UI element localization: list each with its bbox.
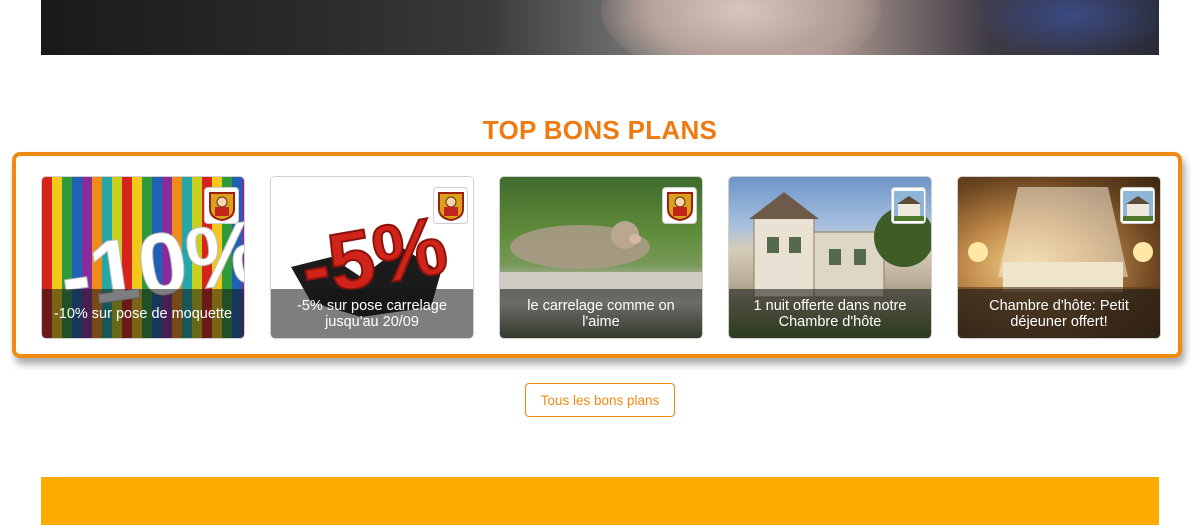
section-title: TOP BONS PLANS xyxy=(482,115,718,145)
deal-caption: 1 nuit offerte dans notre Chambre d'hôte xyxy=(729,289,931,338)
deal-card-2[interactable]: -5% -5% sur pose carrelage jusqu'au 20/0… xyxy=(270,176,474,339)
deal-card-5[interactable]: Chambre d'hôte: Petit déjeuner offert! xyxy=(957,176,1161,339)
hero-banner-image xyxy=(41,0,1159,55)
all-deals-button[interactable]: Tous les bons plans xyxy=(525,383,675,417)
craftsman-logo-icon xyxy=(433,187,468,224)
craftsman-logo-icon xyxy=(662,187,697,224)
deal-caption: Chambre d'hôte: Petit déjeuner offert! xyxy=(958,289,1160,338)
guesthouse-logo-icon xyxy=(1120,187,1155,224)
deal-caption: le carrelage comme on l'aime xyxy=(500,289,702,338)
deal-caption: -5% sur pose carrelage jusqu'au 20/09 xyxy=(271,289,473,338)
deal-card-4[interactable]: 1 nuit offerte dans notre Chambre d'hôte xyxy=(728,176,932,339)
deal-card-1[interactable]: -10% -10% sur pose de moquette xyxy=(41,176,245,339)
guesthouse-logo-icon xyxy=(891,187,926,224)
footer-band xyxy=(41,477,1159,525)
deal-caption: -10% sur pose de moquette xyxy=(42,289,244,338)
craftsman-logo-icon xyxy=(204,187,239,224)
deal-card-3[interactable]: le carrelage comme on l'aime xyxy=(499,176,703,339)
